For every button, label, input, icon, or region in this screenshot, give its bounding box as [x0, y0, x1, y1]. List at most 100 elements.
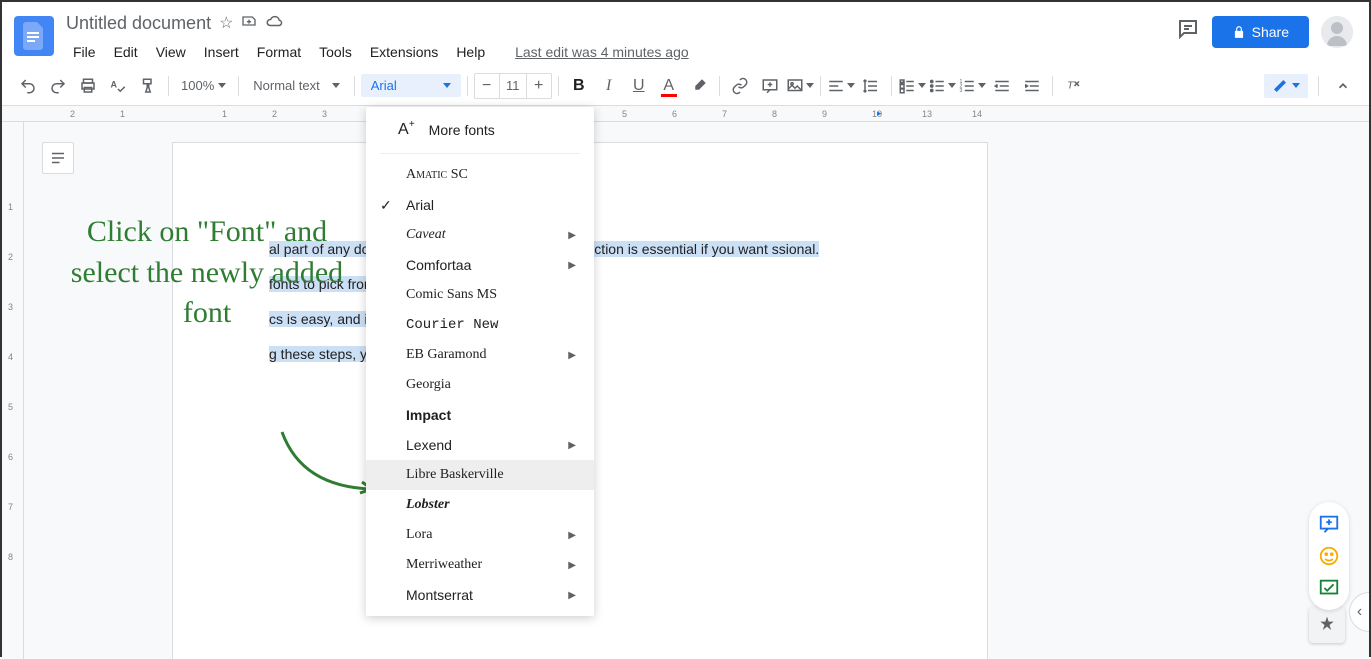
undo-button[interactable]	[14, 72, 42, 100]
workspace: 123 456 78 al part of any document, webs…	[2, 122, 1369, 659]
comments-icon[interactable]	[1176, 17, 1200, 47]
font-item-caveat[interactable]: Caveat ▶	[366, 220, 594, 250]
font-item-label: EB Garamond	[406, 347, 486, 363]
emoji-icon[interactable]	[1313, 540, 1345, 572]
doc-title[interactable]: Untitled document	[66, 13, 211, 34]
image-button[interactable]	[786, 72, 814, 100]
avatar[interactable]	[1321, 16, 1353, 48]
underline-button[interactable]: U	[625, 72, 653, 100]
collapse-toolbar-button[interactable]	[1329, 72, 1357, 100]
menu-help[interactable]: Help	[449, 40, 492, 64]
font-item-lobster[interactable]: Lobster	[366, 490, 594, 520]
font-item-montserrat[interactable]: Montserrat▶	[366, 580, 594, 610]
menu-tools[interactable]: Tools	[312, 40, 359, 64]
check-icon: ✓	[380, 197, 392, 214]
font-item-eb-garamond[interactable]: EB Garamond ▶	[366, 340, 594, 370]
submenu-arrow-icon: ▶	[568, 440, 576, 451]
submenu-arrow-icon: ▶	[568, 350, 576, 361]
font-dropdown[interactable]: Arial	[361, 74, 461, 97]
menu-format[interactable]: Format	[250, 40, 308, 64]
explore-button[interactable]	[1309, 607, 1345, 643]
numbered-list-button[interactable]: 123	[958, 72, 986, 100]
font-item-libre-baskerville[interactable]: Libre Baskerville	[366, 460, 594, 490]
header-right: Share	[1176, 16, 1353, 48]
star-icon[interactable]: ☆	[219, 13, 233, 33]
submenu-arrow-icon: ▶	[568, 230, 576, 241]
font-item-label: Amatic SC	[406, 167, 468, 183]
add-comment-icon[interactable]	[1313, 508, 1345, 540]
separator	[168, 76, 169, 96]
font-item-comfortaa[interactable]: Comfortaa ▶	[366, 250, 594, 280]
menu-view[interactable]: View	[149, 40, 193, 64]
font-item-lora[interactable]: Lora▶	[366, 520, 594, 550]
font-item-courier-new[interactable]: Courier New	[366, 310, 594, 340]
link-button[interactable]	[726, 72, 754, 100]
horizontal-ruler[interactable]: 21 123 567 8910 ▸ 1314	[2, 106, 1369, 122]
menu-file[interactable]: File	[66, 40, 103, 64]
font-item-amatic-sc[interactable]: Amatic SC	[366, 160, 594, 190]
submenu-arrow-icon: ▶	[568, 260, 576, 271]
indent-button[interactable]	[1018, 72, 1046, 100]
cloud-icon[interactable]	[265, 12, 283, 35]
svg-text:T: T	[1067, 79, 1075, 91]
print-button[interactable]	[74, 72, 102, 100]
svg-text:A: A	[111, 79, 118, 89]
font-size-decrease[interactable]: −	[475, 74, 499, 98]
bullet-list-button[interactable]	[928, 72, 956, 100]
toolbar: A 100% Normal text Arial − + B I U A 123…	[2, 66, 1369, 106]
font-item-label: Caveat	[406, 227, 446, 243]
redo-button[interactable]	[44, 72, 72, 100]
font-size-increase[interactable]: +	[527, 74, 551, 98]
suggest-icon[interactable]	[1313, 572, 1345, 604]
font-item-label: Lobster	[406, 497, 450, 513]
move-icon[interactable]	[241, 13, 257, 34]
font-size-group: − +	[474, 73, 552, 99]
font-item-impact[interactable]: Impact	[366, 400, 594, 430]
menu-extensions[interactable]: Extensions	[363, 40, 445, 64]
share-label: Share	[1252, 24, 1289, 40]
share-button[interactable]: Share	[1212, 16, 1309, 48]
font-item-label: Libre Baskerville	[406, 467, 504, 483]
outdent-button[interactable]	[988, 72, 1016, 100]
font-item-label: Merriweather	[406, 557, 482, 573]
font-list[interactable]: Amatic SC ✓ Arial Caveat ▶ Comfortaa ▶ Comic Sa…	[366, 154, 594, 616]
menu-insert[interactable]: Insert	[197, 40, 246, 64]
font-item-arial[interactable]: ✓ Arial	[366, 190, 594, 220]
submenu-arrow-icon: ▶	[568, 560, 576, 571]
styles-dropdown[interactable]: Normal text	[245, 74, 347, 97]
font-item-comic-sans-ms[interactable]: Comic Sans MS	[366, 280, 594, 310]
vertical-ruler[interactable]: 123 456 78	[2, 122, 24, 659]
highlight-button[interactable]	[685, 72, 713, 100]
spellcheck-button[interactable]: A	[104, 72, 132, 100]
clear-format-button[interactable]: T	[1059, 72, 1087, 100]
font-size-input[interactable]	[499, 74, 527, 98]
font-item-georgia[interactable]: Georgia	[366, 370, 594, 400]
submenu-arrow-icon: ▶	[568, 590, 576, 601]
align-button[interactable]	[827, 72, 855, 100]
font-item-merriweather[interactable]: Merriweather ▶	[366, 550, 594, 580]
font-item-lexend[interactable]: Lexend▶	[366, 430, 594, 460]
font-item-label: Arial	[406, 197, 434, 213]
line-spacing-button[interactable]	[857, 72, 885, 100]
more-fonts-item[interactable]: A+ More fonts	[380, 107, 580, 154]
separator	[354, 76, 355, 96]
docs-logo[interactable]	[14, 16, 54, 56]
doc-area: al part of any document, website, or a g…	[24, 122, 1369, 659]
last-edit[interactable]: Last edit was 4 minutes ago	[508, 40, 696, 64]
paint-format-button[interactable]	[134, 72, 162, 100]
font-item-label: Comfortaa	[406, 257, 471, 273]
editing-mode-button[interactable]	[1264, 74, 1308, 98]
separator	[891, 76, 892, 96]
svg-text:3: 3	[959, 88, 962, 94]
font-item-label: Courier New	[406, 317, 498, 333]
italic-button[interactable]: I	[595, 72, 623, 100]
side-tools	[1309, 502, 1349, 610]
outline-button[interactable]	[42, 142, 74, 174]
menu-edit[interactable]: Edit	[107, 40, 145, 64]
text-color-button[interactable]: A	[655, 72, 683, 100]
zoom-dropdown[interactable]: 100%	[175, 74, 232, 97]
comment-button[interactable]	[756, 72, 784, 100]
bold-button[interactable]: B	[565, 72, 593, 100]
checklist-button[interactable]	[898, 72, 926, 100]
separator	[820, 76, 821, 96]
